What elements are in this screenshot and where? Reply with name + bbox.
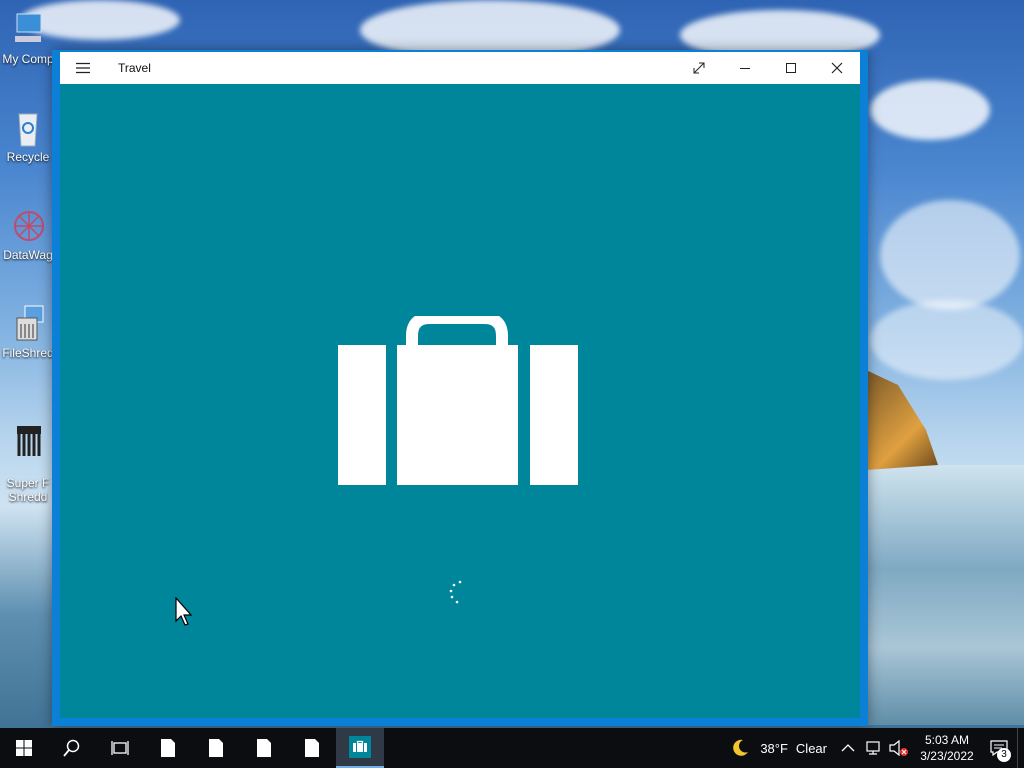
system-tray: 38°F Clear 5:03 AM 3/23/2022 3 bbox=[730, 728, 1024, 768]
desktop-icon-recycle-bin[interactable]: Recycle bbox=[0, 108, 56, 164]
desktop-icon-label: Super F Shredd bbox=[6, 476, 50, 504]
network-icon[interactable] bbox=[865, 740, 883, 756]
datawag-icon bbox=[14, 211, 44, 241]
minimize-button[interactable] bbox=[722, 52, 768, 84]
desktop-icon-fileshredder[interactable]: FileShred bbox=[0, 304, 56, 360]
close-icon bbox=[831, 62, 843, 74]
taskbar-file-1[interactable] bbox=[144, 728, 192, 768]
desktop-icon-datawag[interactable]: DataWag bbox=[0, 206, 56, 262]
recycle-bin-icon bbox=[18, 113, 38, 147]
window-title: Travel bbox=[118, 61, 151, 75]
desktop-icon-my-computer[interactable]: My Comp bbox=[0, 10, 56, 66]
fileshredder-icon bbox=[16, 305, 44, 341]
taskbar-file-3[interactable] bbox=[240, 728, 288, 768]
file-icon bbox=[305, 739, 319, 757]
file-icon bbox=[257, 739, 271, 757]
mouse-cursor-icon bbox=[175, 597, 193, 626]
taskbar-file-4[interactable] bbox=[288, 728, 336, 768]
full-screen-button[interactable] bbox=[676, 52, 722, 84]
start-icon bbox=[16, 740, 32, 756]
maximize-button[interactable] bbox=[768, 52, 814, 84]
clock-date: 3/23/2022 bbox=[920, 749, 974, 763]
taskbar-travel-app[interactable] bbox=[336, 728, 384, 768]
desktop-icon-label: DataWag bbox=[3, 248, 53, 262]
chevron-up-icon[interactable] bbox=[841, 743, 855, 753]
desktop-icon-label: FileShred bbox=[2, 346, 54, 360]
computer-icon bbox=[15, 13, 42, 42]
search-icon bbox=[63, 739, 80, 757]
start-button[interactable] bbox=[0, 728, 48, 768]
suitcase-icon bbox=[338, 316, 578, 485]
close-button[interactable] bbox=[814, 52, 860, 84]
hamburger-icon bbox=[76, 62, 90, 74]
taskbar-file-2[interactable] bbox=[192, 728, 240, 768]
search-button[interactable] bbox=[48, 728, 96, 768]
desktop-icon-label: My Comp bbox=[2, 52, 54, 66]
desktop-icon-label: Recycle bbox=[6, 150, 50, 164]
taskbar: 38°F Clear 5:03 AM 3/23/2022 3 bbox=[0, 728, 1024, 768]
file-icon bbox=[209, 739, 223, 757]
volume-muted-icon[interactable] bbox=[889, 739, 909, 757]
clock[interactable]: 5:03 AM 3/23/2022 bbox=[913, 732, 981, 764]
action-center-button[interactable]: 3 bbox=[981, 728, 1017, 768]
desktop-rock bbox=[866, 370, 938, 470]
expand-icon bbox=[693, 62, 705, 74]
travel-app-icon bbox=[349, 736, 371, 758]
show-desktop-button[interactable] bbox=[1017, 728, 1024, 768]
minimize-icon bbox=[740, 68, 750, 69]
loading-spinner-icon bbox=[449, 580, 462, 604]
task-view-button[interactable] bbox=[96, 728, 144, 768]
desktop-icon-super-shredder[interactable]: Super F Shredd bbox=[0, 406, 56, 504]
moon-icon bbox=[733, 739, 749, 756]
shredder-icon bbox=[17, 426, 41, 456]
weather-condition[interactable]: Clear bbox=[796, 741, 827, 756]
notification-count-badge: 3 bbox=[997, 748, 1011, 762]
maximize-icon bbox=[786, 63, 796, 73]
task-view-icon bbox=[111, 741, 129, 755]
weather-temperature[interactable]: 38°F bbox=[760, 741, 788, 756]
clock-time: 5:03 AM bbox=[924, 733, 970, 747]
desktop-sea bbox=[866, 465, 1024, 725]
file-icon bbox=[161, 739, 175, 757]
hamburger-menu-button[interactable] bbox=[60, 52, 106, 84]
title-bar[interactable]: Travel bbox=[60, 52, 860, 84]
